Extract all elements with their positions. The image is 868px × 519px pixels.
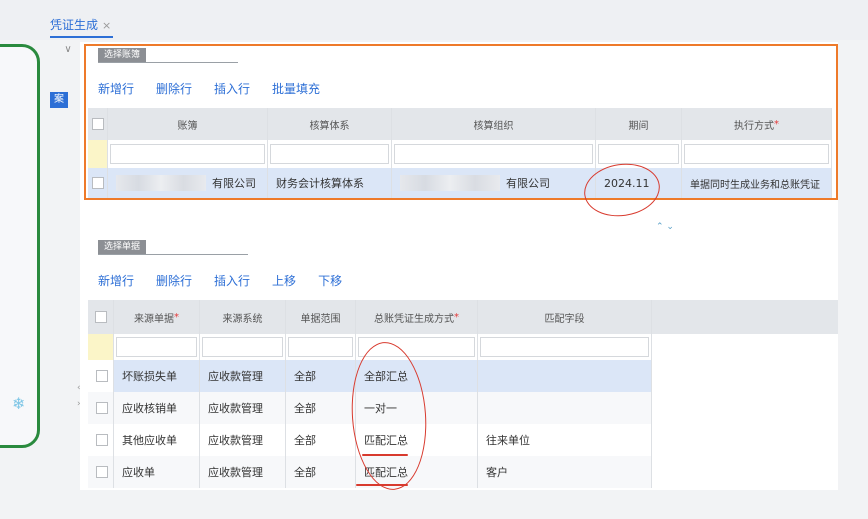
delete-row-button[interactable]: 删除行	[156, 272, 192, 289]
row-checkbox[interactable]	[96, 402, 108, 414]
filter-range-input[interactable]	[288, 337, 353, 357]
chevron-down-icon[interactable]: ∨	[56, 44, 80, 62]
section-title-documents: 选择单据	[98, 240, 147, 254]
filter-source-doc-input[interactable]	[116, 337, 197, 357]
side-tag[interactable]: 案	[50, 92, 68, 108]
scroll-arrows-icon[interactable]: ⌃ ⌄	[656, 222, 674, 232]
row-checkbox[interactable]	[96, 434, 108, 446]
row-checkbox[interactable]	[96, 370, 108, 382]
row-checkbox[interactable]	[96, 466, 108, 478]
documents-toolbar: 新增行 删除行 插入行 上移 下移	[98, 272, 342, 289]
col-match-field: 匹配字段	[478, 300, 652, 334]
insert-row-button[interactable]: 插入行	[214, 272, 250, 289]
tab-voucher-generate[interactable]: 凭证生成 ×	[50, 16, 114, 38]
filter-source-system-input[interactable]	[202, 337, 283, 357]
add-row-button[interactable]: 新增行	[98, 272, 134, 289]
col-source-system: 来源系统	[200, 300, 286, 334]
table-header: 来源单据 * 来源系统 单据范围 总账凭证生成方式 * 匹配字段	[88, 300, 838, 334]
red-underline	[356, 484, 408, 486]
col-source-doc: 来源单据 *	[114, 300, 200, 334]
red-underline	[362, 454, 408, 456]
close-icon[interactable]: ×	[102, 19, 111, 32]
left-side-panel	[0, 44, 40, 448]
snowflake-icon: ❄	[12, 394, 26, 413]
col-gl-mode: 总账凭证生成方式 *	[356, 300, 478, 334]
tab-bar: 凭证生成 ×	[0, 0, 868, 40]
highlight-box-books	[84, 44, 838, 200]
section-underline	[98, 254, 248, 255]
filter-match-input[interactable]	[480, 337, 649, 357]
move-down-button[interactable]: 下移	[318, 272, 342, 289]
col-doc-range: 单据范围	[286, 300, 356, 334]
select-all-checkbox[interactable]	[94, 311, 107, 323]
move-up-button[interactable]: 上移	[272, 272, 296, 289]
tab-label: 凭证生成	[50, 18, 99, 32]
documents-table: 来源单据 * 来源系统 单据范围 总账凭证生成方式 * 匹配字段 坏账损失单 应收款…	[88, 300, 838, 488]
